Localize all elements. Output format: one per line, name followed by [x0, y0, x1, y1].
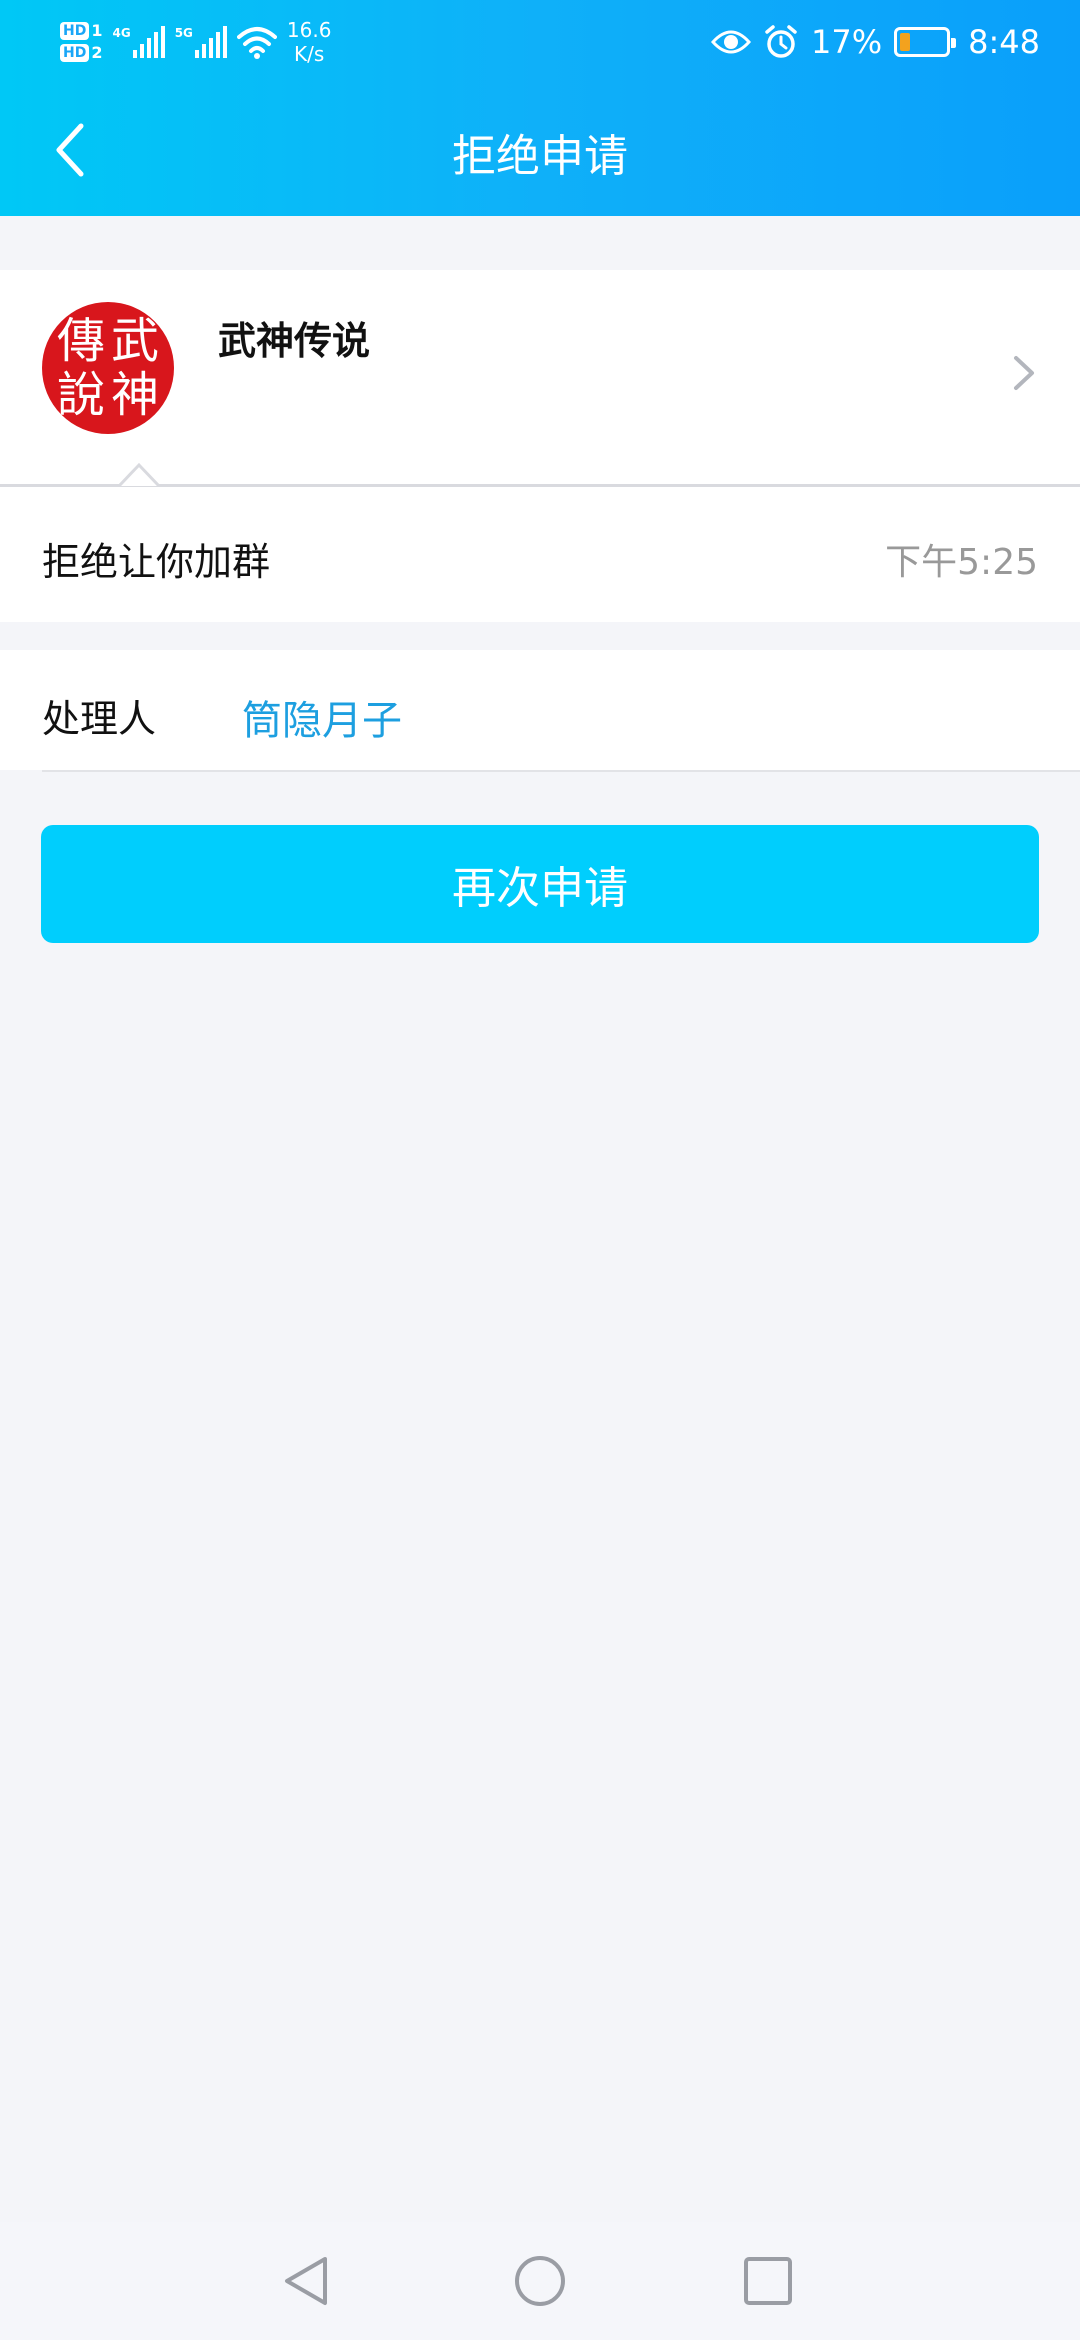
- wifi-icon: [236, 27, 277, 59]
- sim1-badge: HD 1: [60, 22, 102, 40]
- message-time: 下午5:25: [885, 542, 1038, 583]
- nav-bar: 拒绝申请: [0, 90, 1080, 210]
- avatar-char: 說: [56, 367, 105, 423]
- group-card: 傳 武 說 神 武神传说 拒绝让你加群 下午5:25: [0, 270, 1080, 622]
- chevron-right-icon: [1014, 356, 1034, 390]
- handler-divider: [42, 770, 1080, 772]
- alarm-icon: [765, 25, 797, 58]
- speed-value: 16.6: [286, 18, 332, 42]
- triangle-back-icon: [285, 2257, 327, 2305]
- group-name: 武神传说: [218, 319, 371, 363]
- avatar-char: 傳: [56, 313, 105, 369]
- sim1-number: 1: [91, 21, 103, 40]
- eye-icon: [711, 30, 752, 54]
- group-avatar: 傳 武 說 神: [42, 302, 174, 434]
- network-speed: 16.6 K/s: [287, 18, 332, 66]
- network-type-label: 4G: [112, 26, 131, 40]
- app-header: HD 1 HD 2 4G 5G 16.6 K/s 17% 8:48 拒绝申请: [0, 0, 1080, 216]
- nav-back-button[interactable]: [272, 2246, 342, 2316]
- nav-home-button[interactable]: [505, 2246, 575, 2316]
- network-type-label: 5G: [174, 26, 193, 40]
- handler-label: 处理人: [42, 697, 157, 741]
- sim2-badge: HD 2: [60, 44, 102, 62]
- message-row: 拒绝让你加群 下午5:25: [0, 487, 1080, 622]
- sim-indicators: HD 1 HD 2: [60, 22, 102, 62]
- handler-name-link[interactable]: 筒隐月子: [242, 688, 402, 746]
- avatar-char: 神: [110, 367, 159, 423]
- battery-percent: 17%: [811, 23, 883, 61]
- group-info-row[interactable]: 傳 武 說 神 武神传说: [0, 270, 1080, 484]
- sim2-number: 2: [91, 43, 103, 62]
- speed-unit: K/s: [294, 42, 325, 66]
- circle-home-icon: [515, 2256, 565, 2306]
- status-left: HD 1 HD 2 4G 5G 16.6 K/s: [60, 12, 331, 72]
- hd-badge: HD: [60, 22, 90, 40]
- status-right: 17% 8:48: [711, 14, 1040, 70]
- system-nav-bar: [0, 2222, 1080, 2340]
- signal-bars-icon: [132, 26, 165, 58]
- apply-again-button[interactable]: 再次申请: [41, 825, 1039, 943]
- handler-card: 处理人 筒隐月子: [0, 650, 1080, 770]
- pointer-notch: [119, 462, 159, 487]
- clock-time: 8:48: [968, 23, 1040, 61]
- battery-icon: [894, 27, 957, 57]
- avatar-char: 武: [110, 313, 159, 369]
- hd-badge: HD: [60, 44, 90, 62]
- page-title: 拒绝申请: [452, 131, 628, 182]
- square-recents-icon: [744, 2257, 792, 2305]
- rejection-message: 拒绝让你加群: [42, 540, 271, 584]
- signal-5g: 5G: [175, 26, 227, 58]
- signal-bars-icon: [194, 26, 227, 58]
- nav-recents-button[interactable]: [733, 2246, 803, 2316]
- signal-4g: 4G: [112, 26, 165, 58]
- status-bar: HD 1 HD 2 4G 5G 16.6 K/s 17% 8:48: [0, 0, 1080, 80]
